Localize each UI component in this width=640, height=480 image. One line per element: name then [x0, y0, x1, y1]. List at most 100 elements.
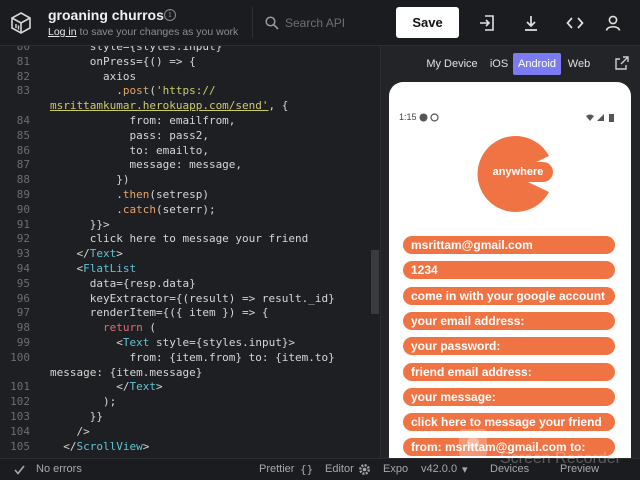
code-line[interactable]: 81 onPress={() => { — [0, 55, 380, 70]
code-line[interactable]: message: {item.message} — [0, 366, 380, 381]
tab-android[interactable]: Android — [513, 53, 561, 75]
code-text[interactable]: pass: pass2, — [50, 129, 208, 144]
code-text[interactable]: renderItem={({ item }) => { — [50, 306, 269, 321]
tab-my-device[interactable]: My Device — [425, 53, 479, 75]
code-line[interactable]: 88 }) — [0, 173, 380, 188]
code-line[interactable]: 92 click here to message your friend — [0, 232, 380, 247]
code-line[interactable]: 84 from: emailfrom, — [0, 114, 380, 129]
line-number: 99 — [16, 336, 30, 349]
login-link[interactable]: Log in — [48, 26, 77, 38]
code-line[interactable]: 100 from: {item.from} to: {item.to} — [0, 351, 380, 366]
search-input[interactable] — [285, 14, 375, 32]
code-text[interactable]: </ScrollView> — [50, 440, 149, 455]
prettier-toggle[interactable]: Prettier — [259, 463, 294, 475]
import-icon[interactable] — [478, 14, 496, 32]
gear-icon[interactable] — [358, 463, 371, 476]
code-text[interactable]: .then(setresp) — [50, 188, 209, 203]
form-field[interactable]: friend email address: — [403, 362, 615, 381]
device-preview[interactable]: 1:15 anywhere msrittam@gmail.com 1234 come… — [389, 82, 631, 472]
code-text[interactable]: axios — [50, 70, 136, 85]
user-icon[interactable] — [604, 14, 622, 32]
line-number: 84 — [16, 114, 30, 127]
code-text[interactable]: from: emailfrom, — [50, 114, 235, 129]
preview-panel: My Device iOS Android Web 1:15 anywhere … — [380, 46, 640, 472]
code-icon[interactable] — [566, 14, 584, 32]
code-text[interactable]: msrittamkumar.herokuapp.com/send', { — [50, 99, 288, 114]
form-field[interactable]: come in with your google account — [403, 286, 615, 305]
code-line[interactable]: 102 ); — [0, 395, 380, 410]
code-line[interactable]: 83 .post('https:// — [0, 84, 380, 99]
form-field[interactable]: msrittam@gmail.com — [403, 236, 615, 254]
code-line[interactable]: 104 /> — [0, 425, 380, 440]
code-text[interactable]: message: message, — [50, 158, 242, 173]
code-line[interactable]: 103 }} — [0, 410, 380, 425]
code-text[interactable]: onPress={() => { — [50, 55, 196, 70]
editor-scrollbar[interactable] — [370, 46, 380, 458]
expo-toggle[interactable]: Expo — [383, 463, 408, 475]
sdk-version[interactable]: v42.0.0 — [421, 463, 457, 475]
code-line[interactable]: msrittamkumar.herokuapp.com/send', { — [0, 99, 380, 114]
code-text[interactable]: return ( — [50, 321, 156, 336]
error-status[interactable]: No errors — [36, 463, 82, 475]
open-external-icon[interactable] — [615, 56, 629, 70]
code-text[interactable]: }} — [50, 410, 103, 425]
code-text[interactable]: }}> — [50, 218, 110, 233]
code-text[interactable]: message: {item.message} — [50, 366, 202, 381]
code-text[interactable]: click here to message your friend — [50, 232, 309, 247]
code-text[interactable]: style={styles.input} — [50, 46, 222, 55]
code-text[interactable]: ); — [50, 395, 116, 410]
devices-toggle[interactable]: Devices — [490, 463, 529, 475]
form-field[interactable]: click here to message your friend — [403, 413, 615, 432]
code-line[interactable]: 90 .catch(seterr); — [0, 203, 380, 218]
code-text[interactable]: to: emailto, — [50, 144, 208, 159]
code-text[interactable]: </Text> — [50, 247, 122, 262]
info-icon[interactable]: i — [164, 9, 176, 21]
project-title[interactable]: groaning churros — [48, 7, 164, 23]
tab-web[interactable]: Web — [565, 53, 593, 75]
code-line[interactable]: 93 </Text> — [0, 247, 380, 262]
save-button[interactable]: Save — [396, 7, 459, 38]
code-text[interactable]: keyExtractor={(result) => result._id} — [50, 292, 335, 307]
code-text[interactable]: <Text style={styles.input}> — [50, 336, 295, 351]
tab-ios[interactable]: iOS — [487, 53, 511, 75]
code-editor[interactable]: 80 style={styles.input} 81 onPress={() =>… — [0, 46, 380, 458]
code-line[interactable]: 91 }}> — [0, 218, 380, 233]
snack-logo-icon[interactable] — [10, 12, 32, 34]
download-icon[interactable] — [522, 14, 540, 32]
form-field[interactable]: 1234 — [403, 261, 615, 280]
form-field[interactable]: your message: — [403, 387, 615, 406]
form-field[interactable]: from: msrittam@gmail.com to: — [403, 438, 615, 457]
code-line[interactable]: 86 to: emailto, — [0, 144, 380, 159]
code-line[interactable]: 85 pass: pass2, — [0, 129, 380, 144]
preview-toggle[interactable]: Preview — [560, 463, 599, 475]
code-line[interactable]: 96 keyExtractor={(result) => result._id} — [0, 292, 380, 307]
code-line[interactable]: 105 </ScrollView> — [0, 440, 380, 455]
code-line[interactable]: 87 message: message, — [0, 158, 380, 173]
line-number: 90 — [16, 202, 30, 216]
code-text[interactable]: </Text> — [50, 380, 162, 395]
code-line[interactable]: 82 axios — [0, 70, 380, 85]
code-line[interactable]: 94 <FlatList — [0, 262, 380, 277]
code-text[interactable]: /> — [50, 425, 89, 440]
form-field[interactable]: your email address: — [403, 311, 615, 330]
notification-icon — [419, 113, 439, 122]
code-text[interactable]: .post('https:// — [50, 84, 215, 99]
code-line[interactable]: 99 <Text style={styles.input}> — [0, 336, 380, 351]
line-number: 98 — [16, 321, 30, 335]
code-text[interactable]: data={resp.data} — [50, 277, 196, 292]
search-box[interactable] — [252, 7, 378, 38]
editor-settings[interactable]: Editor — [325, 463, 354, 475]
code-line[interactable]: 95 data={resp.data} — [0, 277, 380, 292]
editor-scrollbar-thumb[interactable] — [371, 250, 379, 314]
code-line[interactable]: 89 .then(setresp) — [0, 188, 380, 203]
code-line[interactable]: 98 return ( — [0, 321, 380, 336]
code-text[interactable]: <FlatList — [50, 262, 136, 277]
form-field[interactable]: your password: — [403, 337, 615, 356]
code-line[interactable]: 97 renderItem={({ item }) => { — [0, 306, 380, 321]
code-line[interactable]: 101 </Text> — [0, 380, 380, 395]
line-number: 82 — [16, 69, 30, 83]
code-text[interactable]: .catch(seterr); — [50, 203, 215, 218]
code-text[interactable]: }) — [50, 173, 129, 188]
code-text[interactable]: from: {item.from} to: {item.to} — [50, 351, 334, 366]
code-line[interactable]: 80 style={styles.input} — [0, 46, 380, 55]
